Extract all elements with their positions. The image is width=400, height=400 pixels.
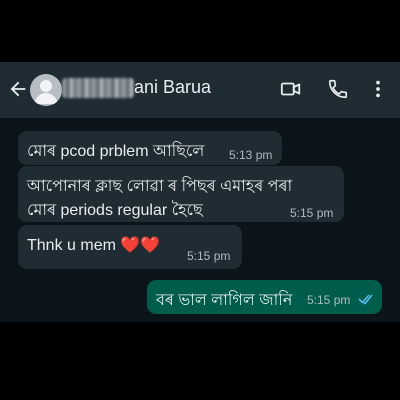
incoming-message[interactable]: মোৰ pcod prblem আছিলে 5:13 pm (18, 131, 282, 165)
message-text: মোৰ periods regular হৈছে (27, 202, 203, 219)
message-text: বৰ ভাল লাগিল জানি (156, 292, 293, 309)
phone-icon[interactable] (327, 78, 349, 100)
more-vert-icon[interactable] (367, 78, 389, 100)
message-time: 5:13 pm (229, 148, 273, 162)
message-time: 5:15 pm (290, 206, 334, 220)
blurred-name-part (62, 78, 134, 98)
incoming-message[interactable]: Thnk u mem ❤️❤️ 5:15 pm (18, 225, 242, 269)
read-ticks-icon (358, 294, 373, 305)
chat-header: ani Barua (0, 62, 400, 118)
incoming-message[interactable]: আপোনাৰ ক্লাছ লোৱা ৰ পিছৰ এমাহৰ পৰা মোৰ p… (18, 166, 344, 222)
outgoing-message[interactable]: বৰ ভাল লাগিল জানি 5:15 pm (147, 280, 382, 314)
message-text: Thnk u mem ❤️❤️ (27, 237, 161, 254)
message-time: 5:15 pm (307, 293, 351, 307)
arrow-left-icon[interactable] (7, 78, 29, 100)
chat-screen: ani Barua মোৰ pcod prblem আছিলে 5:13 pm … (0, 62, 400, 322)
message-text: মোৰ pcod prblem আছিলে (27, 143, 205, 160)
avatar[interactable] (30, 74, 62, 106)
video-call-icon[interactable] (280, 78, 302, 100)
contact-name[interactable]: ani Barua (134, 77, 211, 98)
message-text: আপোনাৰ ক্লাছ লোৱা ৰ পিছৰ এমাহৰ পৰা (27, 178, 293, 195)
message-time: 5:15 pm (187, 249, 231, 263)
